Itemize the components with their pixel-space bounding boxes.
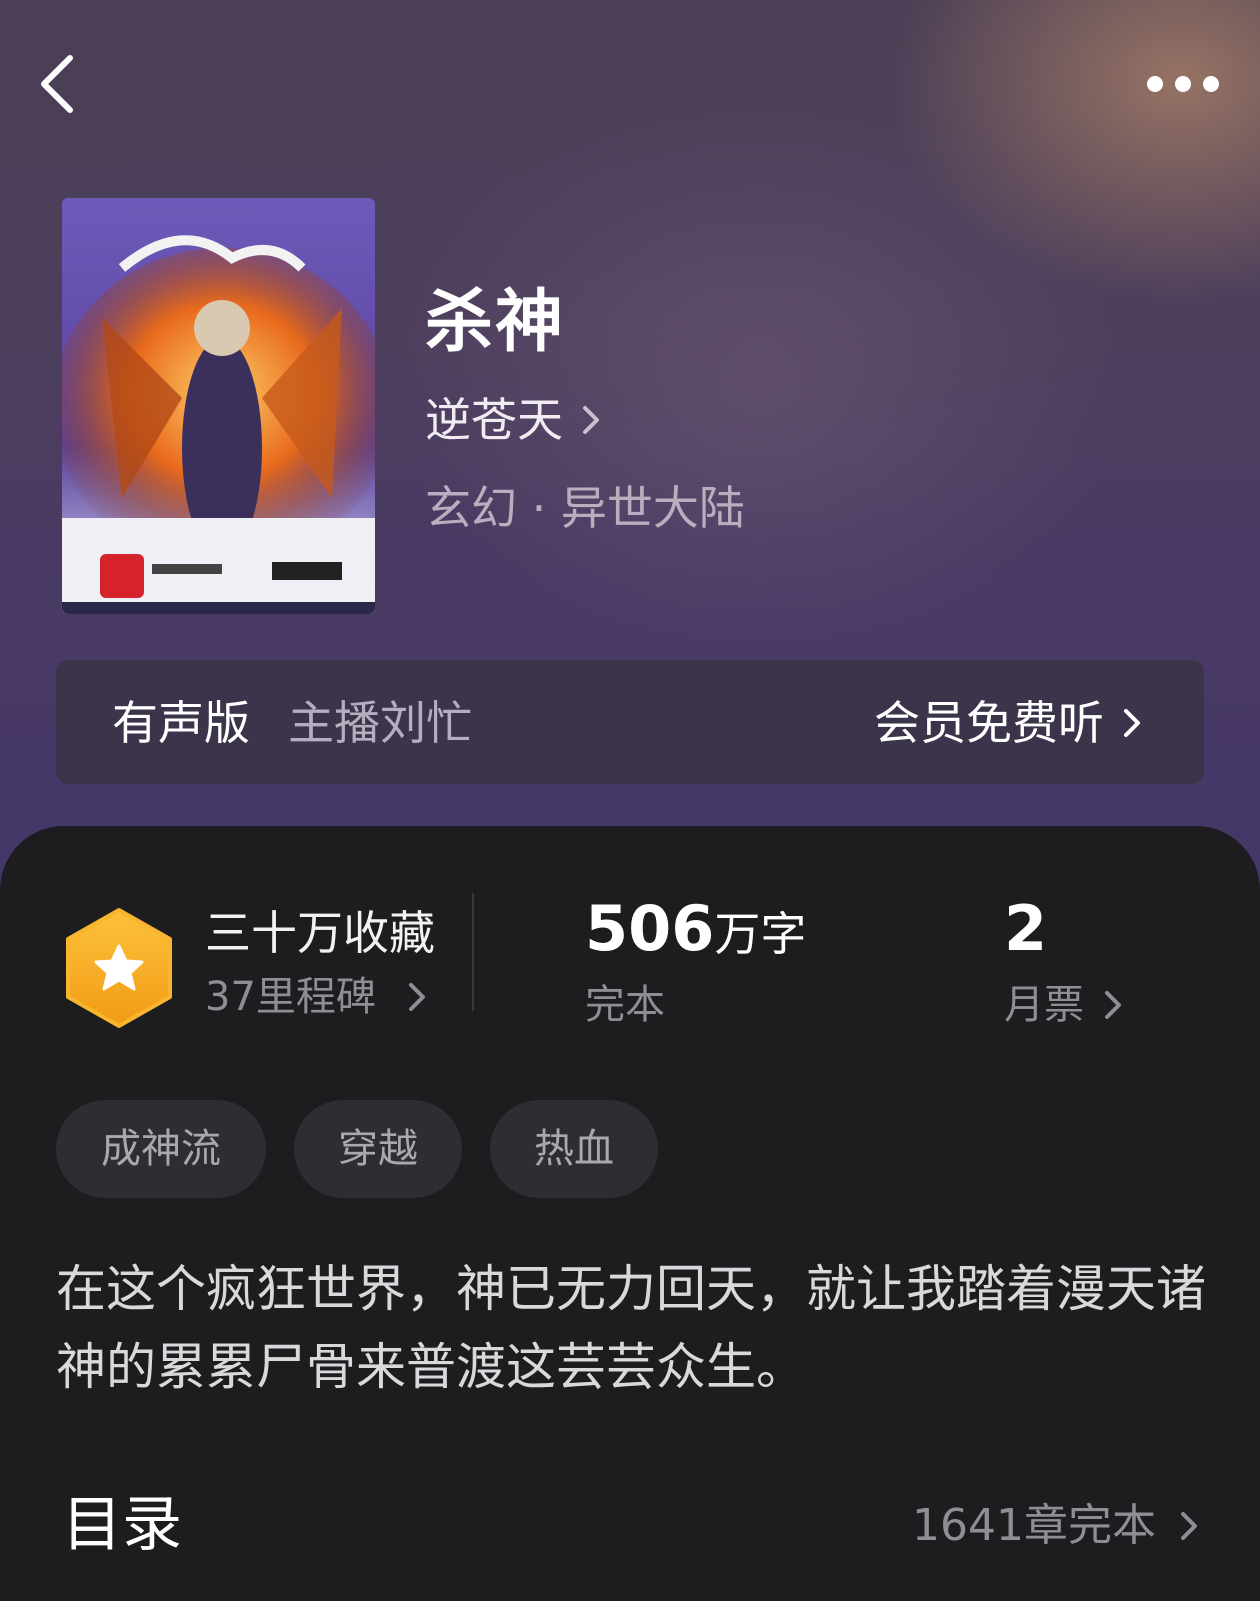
toc-chapter-info: 1641章完本 bbox=[912, 1500, 1156, 1551]
book-cover[interactable] bbox=[62, 198, 375, 614]
milestone-link[interactable]: 37里程碑 bbox=[205, 972, 426, 1022]
chevron-right-icon bbox=[1124, 709, 1140, 737]
audio-version-bar[interactable]: 有声版 主播刘忙 会员免费听 bbox=[56, 660, 1204, 784]
milestone-label: 37里程碑 bbox=[205, 974, 376, 1020]
toc-link[interactable]: 1641章完本 bbox=[912, 1496, 1198, 1556]
chevron-right-icon bbox=[408, 983, 425, 1011]
author-link[interactable]: 逆苍天 bbox=[425, 392, 601, 448]
chevron-right-icon bbox=[1181, 1512, 1197, 1540]
back-button[interactable] bbox=[34, 52, 82, 116]
monthly-votes-label: 月票 bbox=[1004, 982, 1084, 1028]
more-button[interactable] bbox=[1140, 66, 1230, 102]
word-count-unit: 万字 bbox=[714, 907, 807, 961]
tag-chip[interactable]: 穿越 bbox=[294, 1100, 462, 1198]
word-count-number: 506 bbox=[585, 892, 715, 965]
chevron-right-icon bbox=[583, 406, 599, 434]
favorites-count: 三十万收藏 bbox=[205, 906, 435, 960]
audio-host: 主播刘忙 bbox=[288, 696, 472, 750]
author-name: 逆苍天 bbox=[425, 393, 563, 447]
word-count: 506万字 bbox=[585, 894, 806, 980]
chevron-right-icon bbox=[1105, 991, 1121, 1019]
member-listen-link[interactable]: 会员免费听 bbox=[874, 696, 1142, 750]
toc-title: 目录 bbox=[62, 1490, 182, 1560]
more-icon bbox=[1147, 76, 1219, 92]
member-listen-label: 会员免费听 bbox=[874, 696, 1104, 750]
book-description[interactable]: 在这个疯狂世界，神已无力回天，就让我踏着漫天诸神的累累尸骨来普渡这芸芸众生。 bbox=[56, 1250, 1206, 1406]
star-badge-icon bbox=[66, 908, 172, 1028]
tag-chip[interactable]: 成神流 bbox=[56, 1100, 266, 1198]
stats-divider bbox=[472, 893, 474, 1011]
audio-label: 有声版 bbox=[112, 696, 250, 750]
completion-status: 完本 bbox=[585, 982, 665, 1028]
book-title: 杀神 bbox=[425, 283, 566, 362]
tag-chip[interactable]: 热血 bbox=[490, 1100, 658, 1198]
back-icon bbox=[41, 55, 73, 113]
genre-label: 玄幻 · 异世大陆 bbox=[425, 481, 745, 535]
monthly-votes-link[interactable]: 月票 bbox=[1004, 980, 1122, 1030]
monthly-votes-number: 2 bbox=[1004, 892, 1048, 965]
